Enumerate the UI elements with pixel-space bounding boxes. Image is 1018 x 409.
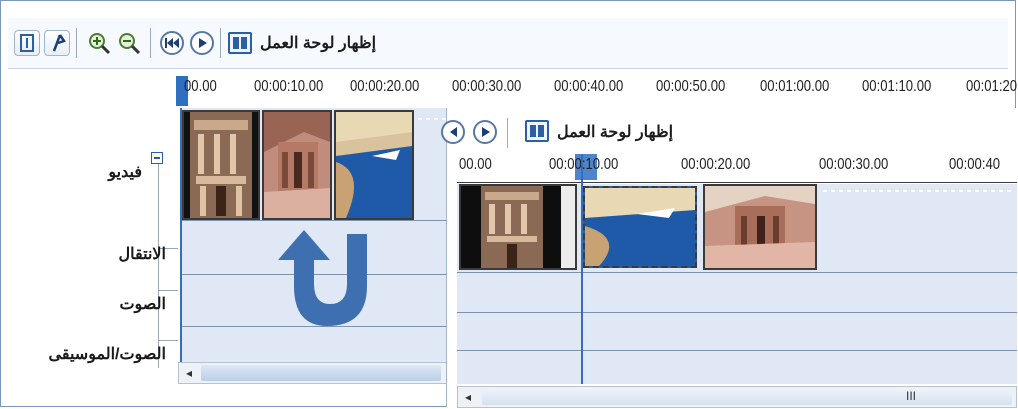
track-labels: فيديو الانتقال الصوت الصوت/الموسيقى [10,108,178,398]
ruler-tick: 00:00:20.00 [681,156,751,173]
storyboard-icon[interactable] [228,32,252,54]
play-icon[interactable] [190,31,214,55]
timeline-lanes[interactable]: ◂ [178,108,452,384]
collapse-icon[interactable] [151,152,163,164]
play-icon[interactable] [473,120,497,144]
timeline-lanes[interactable] [457,154,1017,384]
music-track-label: الصوت/الموسيقى [48,346,166,363]
scroll-grip: III [906,389,917,403]
sea-thumbnail [336,112,412,218]
video-clip-monastery[interactable] [703,184,817,270]
ruler-tick: 00:00:30.00 [819,156,889,173]
video-clip-sea[interactable] [334,110,414,220]
tree-line [158,290,178,291]
ruler-tick: 00:00:20.00 [350,78,420,95]
horizontal-scrollbar[interactable]: ◂ III [457,386,1017,408]
timeline-panel-overlay: إظهار لوحة العمل 00.00 00:00:10.00 00:00… [441,108,1017,408]
treasury-thumbnail [461,186,575,268]
ruler-tick: 00:00:40 [949,156,1001,173]
toolbar-separator [507,118,508,148]
timeline-toolbar: إظهار لوحة العمل [8,18,1008,69]
tree-line [158,340,178,341]
scroll-thumb[interactable]: III [482,389,1012,405]
zoom-out-icon[interactable] [116,30,142,56]
ruler-tick: 00:01:00.00 [760,78,830,95]
video-clip-treasury[interactable] [459,184,577,270]
playhead-line[interactable] [581,154,583,384]
lane-divider [457,272,1017,273]
video-clip-treasury[interactable] [182,110,260,220]
toolbar-separator [150,28,151,58]
video-clip-sea[interactable] [583,186,697,268]
ruler-tick: 00:00:40.00 [554,78,624,95]
scroll-thumb[interactable] [201,365,441,381]
sea-thumbnail [585,188,695,266]
toolbar-separator [220,28,221,58]
ruler-tick: 00:01:10.00 [862,78,932,95]
swap-arrow-icon [278,230,367,326]
treasury-thumbnail [190,112,252,218]
video-track-label: فيديو [108,164,142,181]
ruler-tick: 00:00:50.00 [656,78,726,95]
storyboard-icon[interactable] [525,120,549,142]
ruler-tick: 00.00 [459,156,492,173]
ruler-tick: 00:01:20 [966,78,1018,95]
toolbar-separator [76,28,77,58]
rewind-icon[interactable] [160,31,184,55]
monastery-thumbnail [705,186,815,268]
show-storyboard-label[interactable]: إظهار لوحة العمل [557,122,673,142]
narrate-icon[interactable] [44,30,70,56]
audio-track-label: الصوت [119,296,166,313]
horizontal-scrollbar[interactable]: ◂ [178,362,450,384]
ruler-tick: 00:00:10.00 [254,78,324,95]
ruler-tick: 00:00:10.00 [549,156,619,173]
timeline-ruler[interactable]: 00.00 00:00:10.00 00:00:20.00 00:00:30.0… [457,154,1017,183]
monastery-thumbnail [264,112,330,218]
lane-divider [457,312,1017,313]
scroll-left-icon[interactable]: ◂ [458,387,478,407]
rewind-icon[interactable] [441,120,465,144]
video-clip-monastery[interactable] [262,110,332,220]
transition-track-label: الانتقال [118,246,166,263]
ruler-tick: 00.00 [184,78,217,95]
scroll-left-icon[interactable]: ◂ [179,363,199,383]
show-storyboard-label[interactable]: إظهار لوحة العمل [260,33,376,53]
timeline-ruler[interactable]: 00.00 00:00:10.00 00:00:20.00 00:00:30.0… [176,70,1017,109]
empty-slot-dots [823,190,1013,192]
ruler-tick: 00:00:30.00 [452,78,522,95]
lane-divider [457,350,1017,351]
storyboard-switch-icon[interactable] [14,30,40,56]
zoom-in-icon[interactable] [86,30,112,56]
lane-divider [182,220,452,221]
empty-slot-dots [418,118,448,120]
